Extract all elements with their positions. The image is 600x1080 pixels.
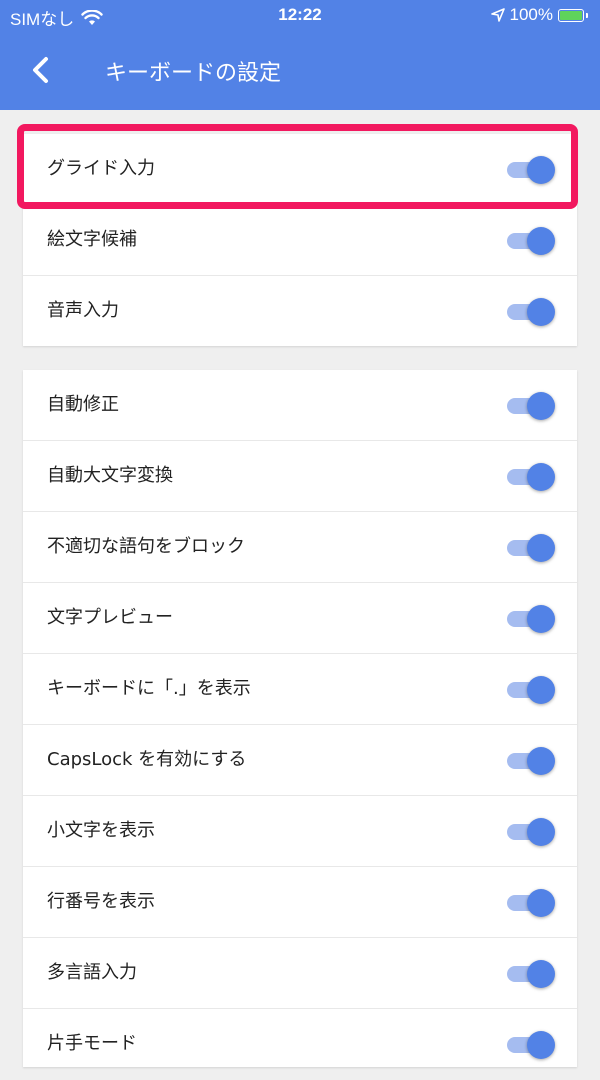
voice-input-toggle[interactable] xyxy=(505,297,559,327)
one-handed-toggle[interactable] xyxy=(505,1030,559,1060)
show-lowercase-toggle[interactable] xyxy=(505,817,559,847)
setting-label: 小文字を表示 xyxy=(47,820,155,841)
setting-label: 文字プレビュー xyxy=(47,607,173,628)
battery-icon xyxy=(558,8,584,22)
setting-row-key-preview: 文字プレビュー xyxy=(23,583,577,654)
setting-row-auto-capitalize: 自動大文字変換 xyxy=(23,441,577,512)
setting-row-voice-input: 音声入力 xyxy=(23,276,577,347)
setting-row-glide-input: グライド入力 xyxy=(23,134,577,205)
show-period-key-toggle[interactable] xyxy=(505,675,559,705)
setting-label: 行番号を表示 xyxy=(47,891,155,912)
multilingual-toggle[interactable] xyxy=(505,959,559,989)
setting-row-number-row: 行番号を表示 xyxy=(23,867,577,938)
emoji-suggestions-toggle[interactable] xyxy=(505,226,559,256)
setting-row-one-handed: 片手モード xyxy=(23,1009,577,1080)
nav-bar: キーボードの設定 xyxy=(0,38,600,102)
status-bar: SIMなし 12:22 100% xyxy=(0,0,600,32)
setting-label: 片手モード xyxy=(47,1033,137,1054)
setting-row-show-period-key: キーボードに「.」を表示 xyxy=(23,654,577,725)
key-preview-toggle[interactable] xyxy=(505,604,559,634)
setting-label: 自動修正 xyxy=(47,394,119,415)
setting-label: 自動大文字変換 xyxy=(47,465,173,486)
setting-label: 絵文字候補 xyxy=(47,229,137,250)
setting-row-show-lowercase: 小文字を表示 xyxy=(23,796,577,867)
auto-correct-toggle[interactable] xyxy=(505,391,559,421)
location-arrow-icon xyxy=(490,8,505,22)
setting-row-block-offensive: 不適切な語句をブロック xyxy=(23,512,577,583)
setting-label: CapsLock を有効にする xyxy=(47,749,247,770)
setting-label: キーボードに「.」を表示 xyxy=(47,678,251,699)
page-title: キーボードの設定 xyxy=(105,61,282,86)
setting-row-multilingual: 多言語入力 xyxy=(23,938,577,1009)
setting-row-emoji-suggestions: 絵文字候補 xyxy=(23,205,577,276)
settings-group-input: グライド入力 絵文字候補 音声入力 xyxy=(23,134,577,346)
back-button[interactable] xyxy=(22,52,62,88)
setting-label: 不適切な語句をブロック xyxy=(47,536,245,557)
settings-group-typing: 自動修正 自動大文字変換 不適切な語句をブロック 文字プレビュー キーボードに「… xyxy=(23,370,577,1067)
chevron-left-icon xyxy=(33,57,48,83)
setting-label: 音声入力 xyxy=(47,300,119,321)
setting-label: 多言語入力 xyxy=(47,962,137,983)
block-offensive-toggle[interactable] xyxy=(505,533,559,563)
glide-input-toggle[interactable] xyxy=(505,155,559,185)
capslock-toggle[interactable] xyxy=(505,746,559,776)
setting-label: グライド入力 xyxy=(47,158,155,179)
setting-row-auto-correct: 自動修正 xyxy=(23,370,577,441)
battery-percent: 100% xyxy=(509,5,553,24)
auto-capitalize-toggle[interactable] xyxy=(505,462,559,492)
number-row-toggle[interactable] xyxy=(505,888,559,918)
app-header: SIMなし 12:22 100% キーボードの設定 xyxy=(0,0,600,110)
setting-row-capslock: CapsLock を有効にする xyxy=(23,725,577,796)
